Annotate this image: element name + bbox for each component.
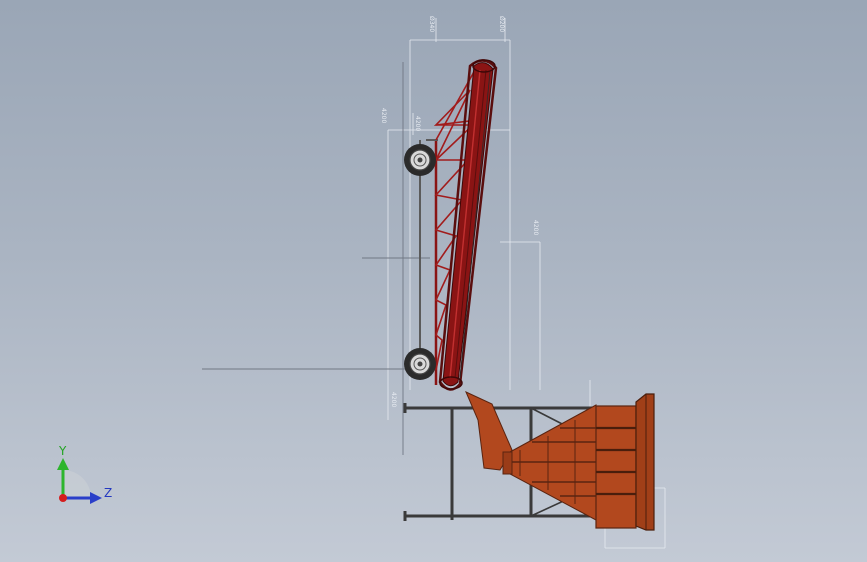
triad-y-label: Y bbox=[58, 444, 67, 458]
dimension-label: Ø200 bbox=[498, 16, 505, 32]
conveyor-belt bbox=[438, 59, 498, 391]
dimension-label: 4200 bbox=[380, 108, 387, 123]
y-axis-arrow-icon bbox=[57, 458, 69, 470]
coordinate-triad: Y Z bbox=[57, 444, 112, 504]
dimension-label: 4200 bbox=[414, 116, 421, 131]
model-drawing: Ø340 Ø200 4200 4200 4200 4200 1440 1100 … bbox=[57, 16, 666, 549]
dimension-label: 4200 bbox=[390, 392, 397, 407]
z-axis-arrow-icon bbox=[90, 492, 102, 504]
x-axis-origin-icon bbox=[59, 494, 67, 502]
dimension-label: 4200 bbox=[532, 220, 539, 235]
hopper-top-rim bbox=[635, 393, 655, 531]
wheel-lower bbox=[404, 348, 436, 380]
belt-conveyor[interactable] bbox=[404, 59, 498, 391]
hopper-bin bbox=[595, 405, 637, 529]
wheel-upper bbox=[404, 144, 436, 176]
cad-viewport[interactable]: Ø340 Ø200 4200 4200 4200 4200 1440 1100 … bbox=[0, 0, 867, 562]
dimension-label: Ø340 bbox=[428, 16, 435, 32]
hopper-assembly[interactable] bbox=[403, 391, 655, 531]
triad-z-label: Z bbox=[104, 486, 112, 500]
hopper-outlet bbox=[502, 451, 513, 475]
